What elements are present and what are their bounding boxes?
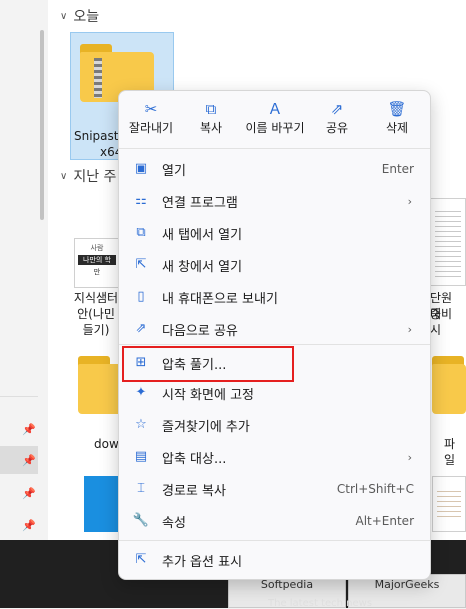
menu-shortcut: Enter bbox=[381, 162, 414, 176]
cut-button[interactable]: ✂ 잘라내기 bbox=[123, 98, 179, 142]
menu-item-copy-as-path[interactable]: ⌶ 경로로 복사 Ctrl+Shift+C bbox=[122, 474, 426, 504]
pin-icon[interactable]: 📌 bbox=[22, 488, 36, 500]
file-name: Snipaste bbox=[74, 129, 126, 143]
pin-icon[interactable]: 📌 bbox=[22, 520, 36, 532]
menu-item-label: 다음으로 공유 bbox=[162, 323, 238, 339]
file-name-line2: 안(나민 bbox=[77, 307, 115, 321]
document-thumbnail[interactable] bbox=[432, 476, 466, 532]
vertical-scrollbar[interactable] bbox=[40, 30, 44, 220]
menu-item-label: 추가 옵션 표시 bbox=[162, 554, 243, 570]
document-thumbnail[interactable]: 사람 나만의 학 만 bbox=[74, 238, 120, 288]
share-label: 공유 bbox=[325, 121, 349, 135]
menu-item-show-more-options[interactable]: ⇱ 추가 옵션 표시 bbox=[122, 545, 426, 575]
copy-label: 복사 bbox=[199, 121, 223, 135]
chevron-down-icon: ∨ bbox=[60, 10, 68, 22]
thumb-text: 사람 bbox=[90, 244, 104, 252]
pin-start-icon: ✦ bbox=[135, 385, 147, 400]
menu-separator bbox=[119, 344, 430, 345]
open-icon: ▣ bbox=[134, 161, 148, 176]
group-title: 지난 주 bbox=[73, 169, 117, 185]
copy-icon: ⧉ bbox=[205, 100, 217, 118]
share-to-icon: ⇗ bbox=[135, 321, 147, 336]
menu-item-pin-to-start[interactable]: ✦ 시작 화면에 고정 bbox=[122, 378, 426, 408]
menu-item-send-to-phone[interactable]: ▯ 내 휴대폰으로 보내기 bbox=[122, 282, 426, 312]
group-title: 오늘 bbox=[73, 9, 100, 25]
menu-item-open-new-tab[interactable]: ⧉ 새 탭에서 열기 bbox=[122, 218, 426, 248]
copy-path-icon: ⌶ bbox=[137, 481, 145, 496]
nav-divider bbox=[0, 396, 38, 397]
file-name: 지식샘터 bbox=[73, 291, 119, 305]
pin-icon[interactable]: 📌 bbox=[22, 455, 36, 467]
open-with-icon: ⚏ bbox=[135, 193, 147, 208]
copy-button[interactable]: ⧉ 복사 bbox=[183, 98, 239, 142]
menu-item-add-to-favorites[interactable]: ☆ 즐겨찾기에 추가 bbox=[122, 410, 426, 440]
menu-item-label: 압축 대상... bbox=[162, 451, 227, 467]
compress-to-icon: ▤ bbox=[134, 449, 148, 464]
chevron-right-icon: › bbox=[407, 450, 412, 464]
menu-shortcut: Ctrl+Shift+C bbox=[336, 482, 414, 496]
file-name-line2: 대비 시 bbox=[430, 307, 453, 337]
menu-item-label: 시작 화면에 고정 bbox=[162, 387, 254, 403]
menu-item-label: 열기 bbox=[162, 163, 186, 179]
menu-item-compress-to[interactable]: ▤ 압축 대상... › bbox=[122, 442, 426, 472]
file-name: 파일 bbox=[444, 437, 456, 467]
highlight-box bbox=[122, 346, 294, 382]
more-options-icon: ⇱ bbox=[135, 552, 147, 567]
menu-item-share-to[interactable]: ⇗ 다음으로 공유 › bbox=[122, 314, 426, 344]
menu-separator bbox=[119, 148, 430, 149]
delete-label: 삭제 bbox=[385, 121, 409, 135]
rename-button[interactable]: Ａ 이름 바꾸기 bbox=[244, 98, 306, 142]
pin-icon[interactable]: 📌 bbox=[22, 424, 36, 436]
group-header-today[interactable]: ∨ 오늘 bbox=[60, 6, 99, 26]
new-tab-icon: ⧉ bbox=[136, 225, 146, 240]
menu-separator bbox=[119, 540, 430, 541]
phone-icon: ▯ bbox=[137, 289, 145, 304]
menu-item-open-with[interactable]: ⚏ 연결 프로그램 › bbox=[122, 186, 426, 216]
file-name-line3: 들기) bbox=[82, 323, 110, 337]
rename-label: 이름 바꾸기 bbox=[245, 121, 305, 135]
menu-item-label: 새 창에서 열기 bbox=[162, 259, 243, 275]
group-header-last-week[interactable]: ∨ 지난 주 bbox=[60, 166, 116, 186]
status-text: The latest tech news bbox=[268, 598, 373, 609]
menu-item-open-new-window[interactable]: ⇱ 새 창에서 열기 bbox=[122, 250, 426, 280]
delete-button[interactable]: 🗑 삭제 bbox=[369, 98, 425, 142]
thumb-text: 나만의 학 bbox=[78, 255, 116, 265]
trash-icon: 🗑 bbox=[387, 100, 407, 118]
cut-label: 잘라내기 bbox=[128, 121, 174, 135]
star-icon: ☆ bbox=[135, 417, 147, 432]
wrench-icon: 🔧 bbox=[132, 513, 150, 528]
menu-item-label: 새 탭에서 열기 bbox=[162, 227, 243, 243]
thumb-text: 만 bbox=[93, 268, 101, 276]
share-button[interactable]: ⇗ 공유 bbox=[309, 98, 365, 142]
chevron-right-icon: › bbox=[407, 194, 412, 208]
menu-shortcut: Alt+Enter bbox=[355, 514, 414, 528]
menu-item-label: 속성 bbox=[162, 515, 186, 531]
new-window-icon: ⇱ bbox=[135, 257, 147, 272]
menu-item-label: 연결 프로그램 bbox=[162, 195, 238, 211]
scissors-icon: ✂ bbox=[144, 100, 158, 118]
chevron-down-icon: ∨ bbox=[60, 170, 68, 182]
document-thumbnail[interactable] bbox=[430, 198, 466, 286]
file-name-line2: x64 bbox=[100, 145, 123, 159]
menu-item-label: 경로로 복사 bbox=[162, 483, 226, 499]
share-icon: ⇗ bbox=[330, 100, 344, 118]
chevron-right-icon: › bbox=[407, 322, 412, 336]
menu-item-label: 내 휴대폰으로 보내기 bbox=[162, 291, 278, 307]
menu-item-properties[interactable]: 🔧 속성 Alt+Enter bbox=[122, 506, 426, 536]
rename-icon: Ａ bbox=[267, 100, 283, 118]
menu-item-open[interactable]: ▣ 열기 Enter bbox=[122, 154, 426, 184]
folder-icon[interactable] bbox=[432, 356, 466, 414]
menu-item-label: 즐겨찾기에 추가 bbox=[162, 419, 250, 435]
